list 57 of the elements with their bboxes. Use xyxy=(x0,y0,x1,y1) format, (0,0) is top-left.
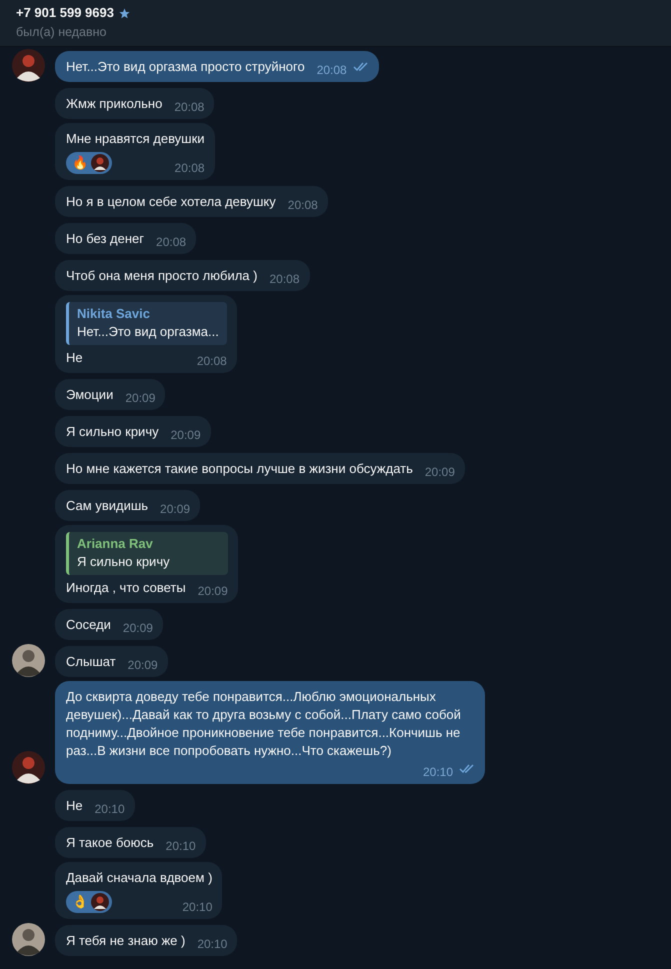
reaction-chip[interactable]: 👌 xyxy=(66,891,112,913)
last-seen-status: был(а) недавно xyxy=(16,24,108,41)
reply-author: Arianna Rav xyxy=(77,535,154,553)
reply-text: Нет...Это вид оргазма... xyxy=(77,323,219,341)
avatar xyxy=(91,154,109,172)
message-time: 20:10 xyxy=(94,801,125,818)
message-text: Я тебя не знаю же ) xyxy=(66,932,186,950)
message-time: 20:09 xyxy=(160,501,190,518)
message-text: Эмоции xyxy=(66,386,114,404)
avatar xyxy=(12,923,45,956)
message-text: Мне нравятся девушки xyxy=(66,130,205,148)
message-text: Я такое боюсь xyxy=(66,834,154,852)
double-check-icon xyxy=(459,764,475,774)
reaction-emoji: 🔥 xyxy=(72,154,88,172)
message-text: Жмж прикольно xyxy=(66,95,162,113)
message-time: 20:08 xyxy=(174,99,204,116)
message-text: Не xyxy=(66,349,83,367)
message-time: 20:10 xyxy=(166,838,196,855)
message-text: Чтоб она меня просто любила ) xyxy=(66,267,258,285)
message-text: До сквирта доведу тебе понравится...Люблю эмоциональных девушек)...Давай как то друга возьму с собой...Плату само собой подниму...Двойное проникновение тебе понравится...Кончишь не раз...В жизни все попробовать нужно...Что скажешь?) xyxy=(66,688,462,760)
avatar xyxy=(91,893,109,911)
message-text: Сам увидишь xyxy=(66,497,148,515)
message-time: 20:09 xyxy=(125,390,156,407)
message-text: Слышат xyxy=(66,653,116,671)
message-time: 20:08 xyxy=(174,160,205,177)
message-text: Не xyxy=(66,797,83,815)
reply-text: Я сильно кричу xyxy=(77,553,171,571)
message-time: 20:10 xyxy=(422,764,453,781)
reply-quote[interactable]: Nikita Savic Нет...Это вид оргазма... xyxy=(66,302,227,345)
message-text: Но без денег xyxy=(66,230,144,248)
message-time: 20:09 xyxy=(128,657,158,674)
message-time: 20:08 xyxy=(269,271,300,288)
message-text: Но мне кажется такие вопросы лучше в жизни обсуждать xyxy=(66,460,413,478)
message-text: Соседи xyxy=(66,616,111,634)
message-text: Иногда , что советы xyxy=(66,579,186,597)
avatar xyxy=(12,49,45,82)
contact-name: +7 901 599 9693 xyxy=(16,4,114,22)
avatar xyxy=(12,644,45,677)
message-time: 20:08 xyxy=(288,197,318,214)
reply-author: Nikita Savic xyxy=(77,305,151,323)
message-time: 20:09 xyxy=(122,620,153,637)
message-time: 20:10 xyxy=(182,899,212,916)
reaction-emoji: 👌 xyxy=(72,893,88,911)
avatar xyxy=(12,751,45,784)
message-time: 20:09 xyxy=(198,583,228,600)
message-time: 20:08 xyxy=(156,234,186,251)
message-text: Нет...Это вид оргазма просто струйного xyxy=(66,58,305,76)
message-time: 20:09 xyxy=(424,464,455,481)
message-time: 20:10 xyxy=(197,936,228,953)
message-time: 20:08 xyxy=(316,62,347,79)
message-time: 20:09 xyxy=(170,427,201,444)
message-time: 20:08 xyxy=(196,353,227,370)
message-text: Давай сначала вдвоем ) xyxy=(66,869,212,887)
message-text: Но я в целом себе хотела девушку xyxy=(66,193,276,211)
double-check-icon xyxy=(352,62,369,72)
message-text: Я сильно кричу xyxy=(66,423,159,441)
reply-quote[interactable]: Arianna Rav Я сильно кричу xyxy=(66,532,228,575)
